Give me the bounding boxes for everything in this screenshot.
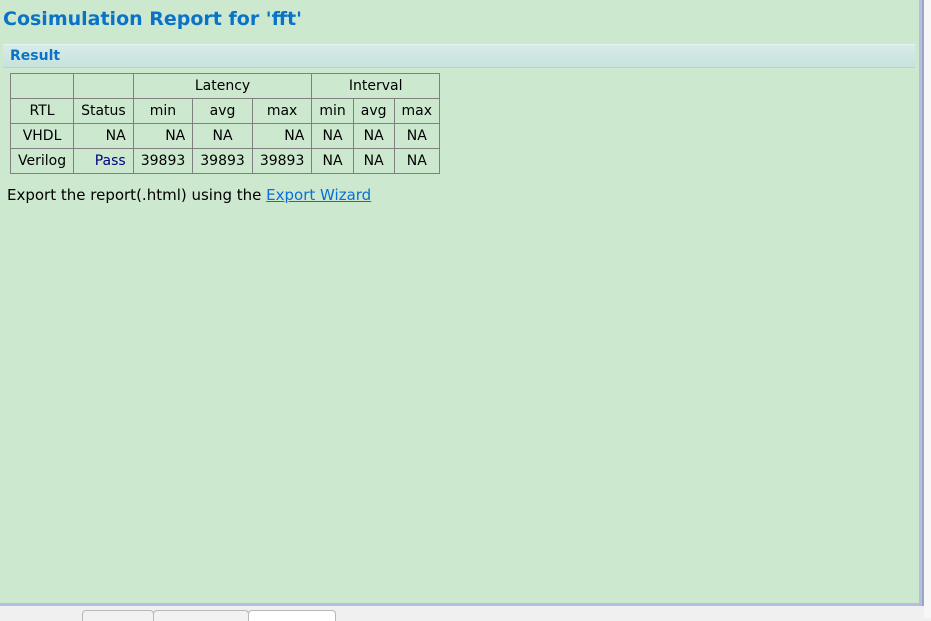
table-column-header-row: RTL Status min avg max min avg max bbox=[9, 98, 441, 124]
column-header-latency-max: max bbox=[251, 98, 313, 124]
table-empty-header-cell bbox=[73, 73, 134, 99]
latency-min-cell: NA bbox=[132, 123, 194, 149]
export-instructions: Export the report(.html) using the Expor… bbox=[7, 186, 371, 204]
column-header-status: Status bbox=[73, 98, 134, 124]
section-title: Result bbox=[10, 48, 61, 64]
column-header-latency-avg: avg bbox=[192, 98, 253, 124]
interval-avg-cell: NA bbox=[352, 123, 395, 149]
table-row: Verilog Pass 39893 39893 39893 NA NA NA bbox=[9, 148, 441, 174]
export-wizard-link[interactable]: Export Wizard bbox=[266, 186, 371, 204]
latency-max-cell: NA bbox=[251, 123, 313, 149]
editor-tab-strip bbox=[0, 607, 924, 621]
column-header-interval-min: min bbox=[311, 98, 354, 124]
interval-max-cell: NA bbox=[393, 148, 441, 174]
column-header-interval-avg: avg bbox=[352, 98, 395, 124]
column-header-rtl: RTL bbox=[9, 98, 75, 124]
cosimulation-report-pane: Cosimulation Report for 'fft' Result Lat… bbox=[0, 0, 922, 606]
latency-max-cell: 39893 bbox=[251, 148, 313, 174]
column-header-interval-max: max bbox=[393, 98, 441, 124]
window-edge bbox=[924, 0, 931, 618]
page-title: Cosimulation Report for 'fft' bbox=[3, 8, 302, 30]
result-section-header: Result bbox=[3, 44, 915, 68]
editor-tab[interactable] bbox=[82, 610, 154, 621]
cosimulation-results-table: Latency Interval RTL Status min avg max … bbox=[9, 73, 441, 174]
table-row: VHDL NA NA NA NA NA NA NA bbox=[9, 123, 441, 149]
latency-min-cell: 39893 bbox=[132, 148, 194, 174]
interval-avg-cell: NA bbox=[352, 148, 395, 174]
rtl-cell: VHDL bbox=[9, 123, 75, 149]
table-group-header-row: Latency Interval bbox=[9, 73, 441, 99]
editor-tab-active[interactable] bbox=[248, 610, 336, 621]
table-empty-header-cell bbox=[9, 73, 75, 99]
column-header-latency-min: min bbox=[132, 98, 194, 124]
latency-avg-cell: NA bbox=[192, 123, 253, 149]
status-cell: Pass bbox=[73, 148, 134, 174]
interval-min-cell: NA bbox=[311, 123, 354, 149]
latency-avg-cell: 39893 bbox=[192, 148, 253, 174]
interval-min-cell: NA bbox=[311, 148, 354, 174]
interval-group-header: Interval bbox=[311, 73, 441, 99]
interval-max-cell: NA bbox=[393, 123, 441, 149]
latency-group-header: Latency bbox=[132, 73, 313, 99]
rtl-cell: Verilog bbox=[9, 148, 75, 174]
editor-tab[interactable] bbox=[153, 610, 249, 621]
export-instructions-text: Export the report(.html) using the bbox=[7, 186, 267, 204]
status-cell: NA bbox=[73, 123, 134, 149]
